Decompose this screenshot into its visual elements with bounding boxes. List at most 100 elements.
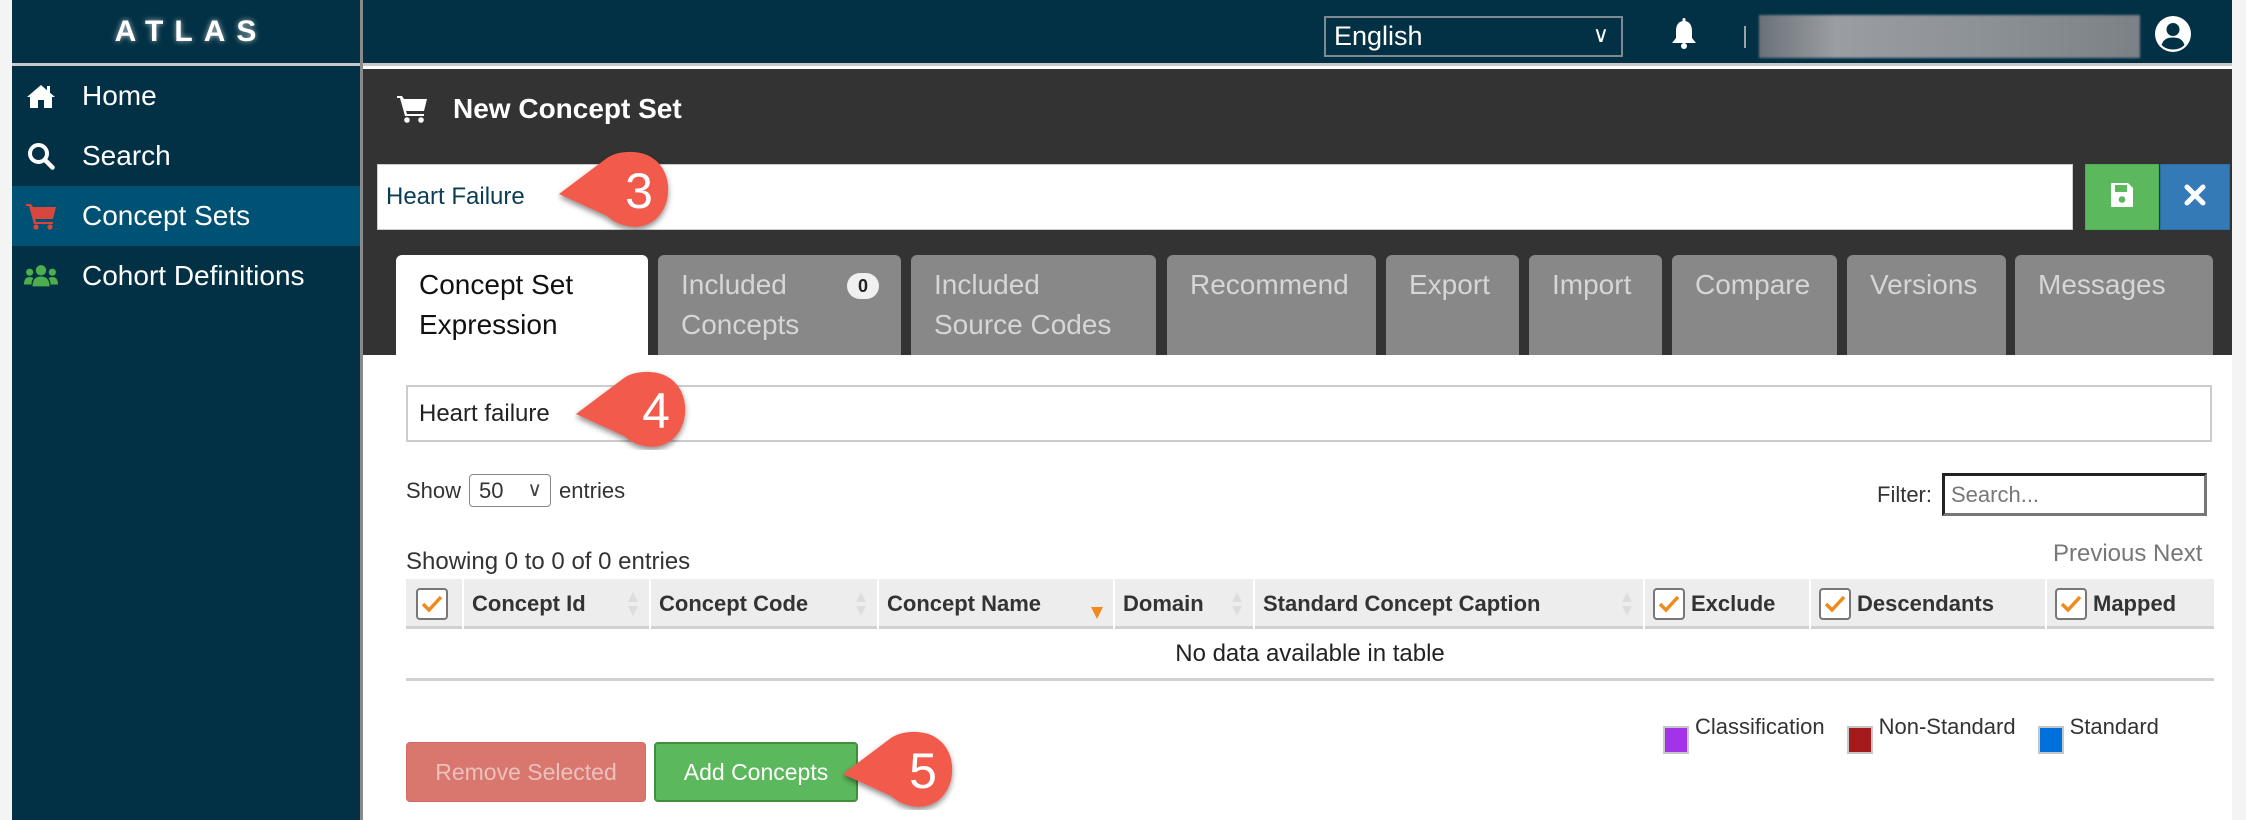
tab-label: Export (1409, 269, 1490, 300)
descendants-all-checkbox[interactable] (1819, 588, 1851, 620)
top-bar: English ∨ (363, 0, 2232, 66)
tab-concept-set-expression[interactable]: Concept Set Expression (396, 255, 648, 355)
legend-item-standard: Standard (2037, 714, 2159, 754)
page-title: New Concept Set (396, 93, 682, 125)
column-label: Concept Code (659, 591, 809, 616)
concept-set-table: Concept Id Concept Code Concept Name Dom… (406, 579, 2214, 681)
tab-label-line2: Concepts (681, 309, 800, 340)
tab-recommend[interactable]: Recommend (1167, 255, 1376, 355)
search-icon (24, 141, 58, 171)
remove-selected-button[interactable]: Remove Selected (406, 742, 646, 802)
previous-button[interactable]: Previous (2053, 540, 2146, 567)
concept-search-value: Heart failure (419, 399, 550, 427)
next-button[interactable]: Next (2153, 540, 2202, 567)
app-frame: ATLAS Home Search Concept Sets Cohort De… (12, 0, 2232, 820)
legend-swatch (1846, 726, 1873, 754)
sidebar-item-home[interactable]: Home (12, 66, 360, 126)
filter-input[interactable]: Search... (1942, 473, 2207, 516)
chevron-down-icon: ∨ (1592, 22, 1609, 47)
column-label: Descendants (1857, 591, 1994, 616)
concept-legend: Classification Non-Standard Standard (1663, 714, 2181, 754)
legend-label: Standard (2069, 714, 2159, 739)
filter-placeholder: Search... (1951, 481, 2040, 507)
column-header-concept-id[interactable]: Concept Id (462, 579, 649, 629)
sidebar-item-label: Cohort Definitions (82, 260, 305, 291)
tab-included-concepts[interactable]: Included Concepts 0 (658, 255, 901, 355)
callout-4: 4 (576, 371, 686, 447)
sidebar-item-concept-sets[interactable]: Concept Sets (12, 186, 360, 246)
page-length-control: Show 50 ∨ entries (406, 474, 625, 507)
tab-bar: Concept Set Expression Included Concepts… (363, 255, 2232, 355)
exclude-all-checkbox[interactable] (1653, 588, 1685, 620)
tab-import[interactable]: Import (1529, 255, 1662, 355)
tab-label: Versions (1870, 269, 1978, 300)
column-label: Mapped (2093, 591, 2177, 616)
sort-icon (856, 592, 866, 616)
tab-label-line1: Concept Set (419, 269, 574, 300)
table-header: Concept Id Concept Code Concept Name Dom… (406, 579, 2214, 629)
callout-number: 3 (625, 163, 653, 219)
callout-3: 3 (559, 151, 669, 227)
chevron-down-icon: ∨ (527, 479, 543, 501)
column-header-concept-name[interactable]: Concept Name (877, 579, 1113, 629)
tab-label-line2: Source Codes (934, 309, 1112, 340)
sidebar-item-cohort-definitions[interactable]: Cohort Definitions (12, 246, 360, 306)
user-name-redacted (1759, 15, 2140, 58)
legend-label: Classification (1695, 714, 1825, 739)
sort-desc-icon (1091, 607, 1103, 619)
tab-label: Recommend (1190, 269, 1349, 300)
column-label: Domain (1123, 591, 1204, 616)
add-concepts-button[interactable]: Add Concepts (654, 742, 858, 802)
legend-item-classification: Classification (1663, 714, 1825, 754)
callout-5: 5 (843, 731, 953, 807)
column-label: Concept Name (887, 591, 1042, 616)
tab-versions[interactable]: Versions (1847, 255, 2006, 355)
separator (1744, 26, 1746, 48)
tab-label: Compare (1695, 269, 1811, 300)
select-all-column (406, 579, 462, 629)
column-header-concept-code[interactable]: Concept Code (649, 579, 877, 629)
tab-export[interactable]: Export (1386, 255, 1519, 355)
tab-label-line2: Expression (419, 309, 558, 340)
page-length-value: 50 (479, 477, 504, 503)
pagination: Previous Next (2053, 540, 2202, 568)
legend-item-non-standard: Non-Standard (1846, 714, 2016, 754)
user-circle-icon[interactable] (2154, 15, 2192, 53)
sort-icon (1232, 592, 1242, 616)
tab-label: Import (1552, 269, 1632, 300)
close-button[interactable] (2160, 164, 2230, 230)
legend-swatch (2037, 726, 2064, 754)
language-select[interactable]: English ∨ (1324, 16, 1623, 57)
page-length-select[interactable]: 50 ∨ (469, 474, 552, 507)
brand-logo[interactable]: ATLAS (12, 0, 360, 66)
show-label: Show (406, 477, 462, 503)
column-label: Standard Concept Caption (1263, 591, 1541, 616)
language-value: English (1334, 21, 1423, 51)
users-icon (24, 261, 58, 291)
select-all-checkbox[interactable] (416, 588, 448, 620)
column-header-descendants: Descendants (1809, 579, 2045, 629)
legend-label: Non-Standard (1878, 714, 2016, 739)
mapped-all-checkbox[interactable] (2055, 588, 2087, 620)
sidebar-item-search[interactable]: Search (12, 126, 360, 186)
tab-label-line1: Included (934, 269, 1040, 300)
tab-compare[interactable]: Compare (1672, 255, 1837, 355)
callout-number: 4 (642, 383, 670, 439)
concept-set-name-value: Heart Failure (386, 183, 525, 210)
tab-messages[interactable]: Messages (2015, 255, 2213, 355)
column-header-domain[interactable]: Domain (1113, 579, 1253, 629)
bell-icon[interactable] (1669, 18, 1699, 50)
legend-swatch (1663, 726, 1689, 754)
table-filter: Filter: Search... (1877, 473, 2207, 516)
column-header-exclude: Exclude (1643, 579, 1809, 629)
column-header-standard-concept-caption[interactable]: Standard Concept Caption (1253, 579, 1643, 629)
close-icon (2184, 184, 2206, 211)
column-label: Exclude (1691, 591, 1776, 616)
count-badge: 0 (847, 273, 879, 299)
cart-icon (24, 201, 58, 231)
tab-included-source-codes[interactable]: Included Source Codes (911, 255, 1156, 355)
cart-icon (396, 94, 428, 124)
save-button[interactable] (2085, 164, 2159, 230)
sidebar: ATLAS Home Search Concept Sets Cohort De… (12, 0, 360, 820)
floppy-disk-icon (2110, 182, 2134, 213)
